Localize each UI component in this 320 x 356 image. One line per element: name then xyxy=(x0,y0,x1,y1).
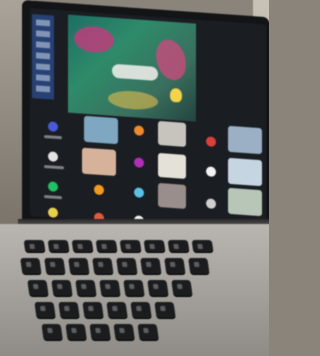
photo-scene xyxy=(0,0,269,356)
photo-blur-overlay xyxy=(0,0,269,356)
